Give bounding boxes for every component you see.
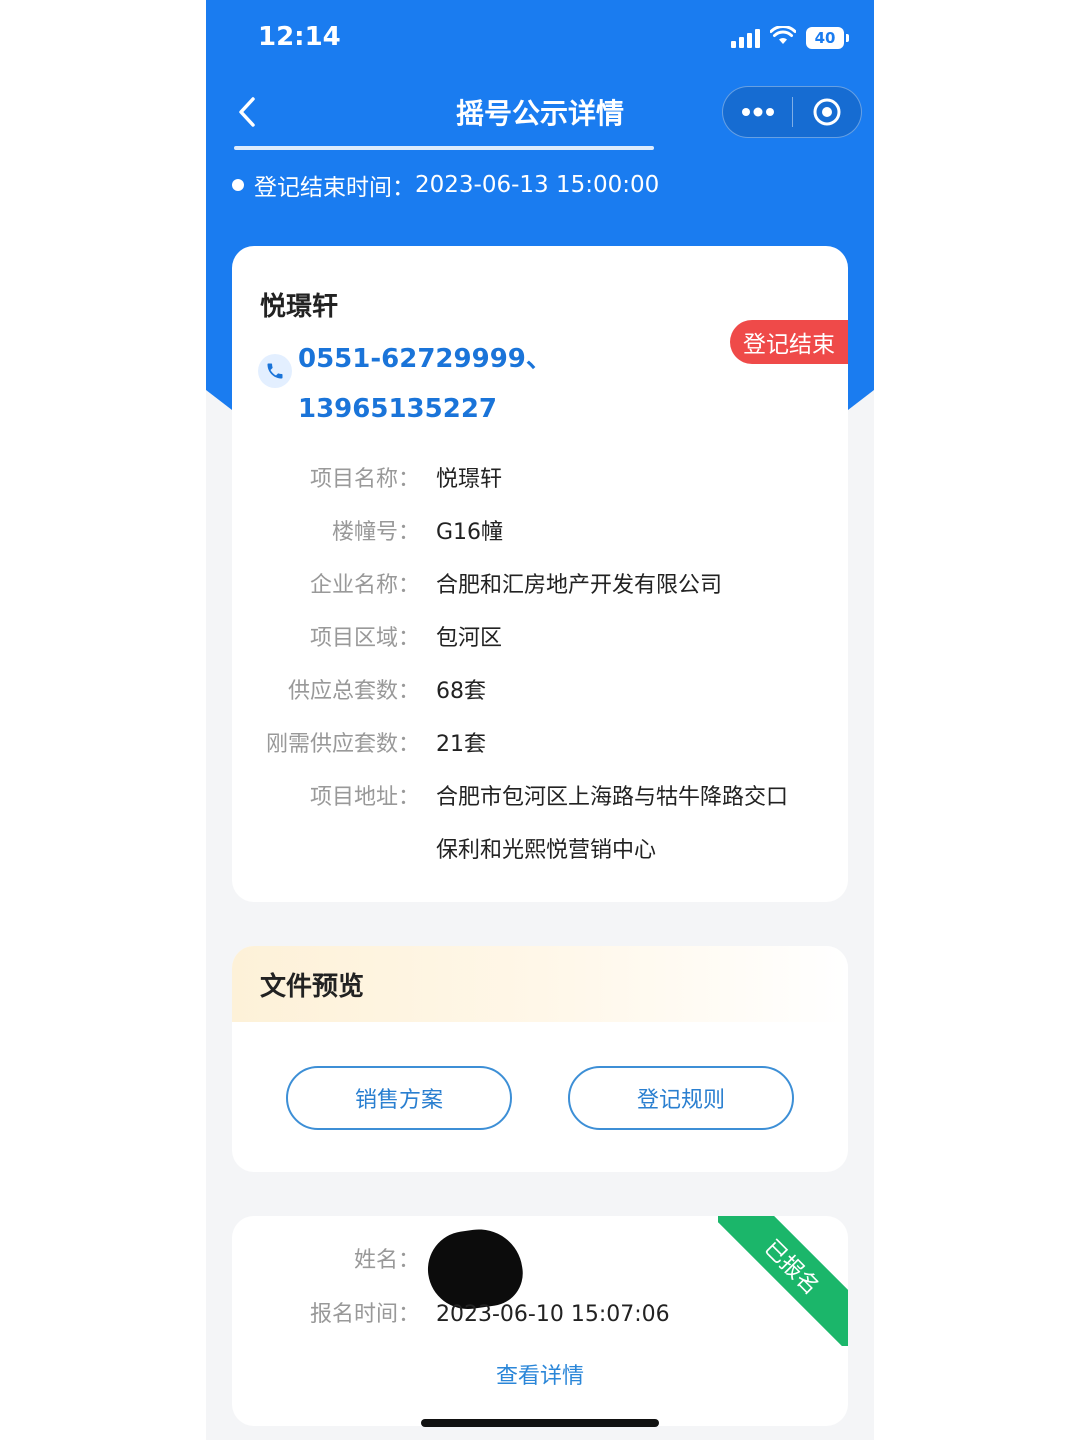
home-indicator — [421, 1419, 659, 1427]
contact-phones[interactable]: 0551-62729999、 13965135227 — [298, 334, 552, 434]
registration-end-label: 登记结束时间： — [254, 175, 415, 201]
info-label: 刚需供应套数： — [265, 732, 420, 757]
status-time: 12:14 — [258, 22, 341, 52]
bullet-dot-icon — [232, 179, 244, 191]
project-title: 悦璟轩 — [260, 292, 339, 322]
info-label: 企业名称： — [309, 573, 420, 598]
signal-icon — [731, 28, 760, 48]
phone-icon — [258, 354, 292, 388]
info-value: G16幢 — [436, 520, 504, 545]
registration-rules-button[interactable]: 登记规则 — [568, 1066, 794, 1130]
registration-start-row-clipped — [234, 132, 664, 150]
info-label: 项目名称： — [309, 467, 420, 492]
info-value: 包河区 — [436, 626, 503, 651]
project-info-card: 悦璟轩 登记结束 0551-62729999、 13965135227 项目名称… — [232, 246, 848, 902]
info-label: 项目地址： — [309, 785, 420, 810]
more-dots-icon — [741, 107, 774, 117]
wifi-icon — [769, 25, 797, 50]
registration-end-row: 登记结束时间： 2023-06-13 15:00:00 — [232, 168, 659, 202]
close-miniprogram-button[interactable] — [793, 87, 861, 137]
view-details-link[interactable]: 查看详情 — [232, 1358, 848, 1390]
miniprogram-capsule — [722, 86, 862, 138]
info-value: 21套 — [436, 732, 486, 757]
phone-number-2[interactable]: 13965135227 — [298, 384, 552, 434]
file-preview-title: 文件预览 — [232, 946, 848, 1022]
status-icons: 40 — [731, 25, 849, 50]
registration-end-value: 2023-06-13 15:00:00 — [415, 172, 660, 198]
ribbon-label: 已报名 — [718, 1216, 848, 1346]
signup-record-card: 已报名 姓名： 报名时间： 2023-06-10 15:07:06 查看详情 — [232, 1216, 848, 1426]
info-value: 合肥市包河区上海路与牯牛降路交口 — [436, 785, 789, 810]
info-value: 悦璟轩 — [436, 467, 503, 492]
info-value: 保利和光熙悦营销中心 — [436, 838, 657, 863]
phone-number-1[interactable]: 0551-62729999、 — [298, 334, 552, 384]
info-label: 楼幢号： — [331, 520, 420, 545]
file-preview-card: 文件预览 销售方案 登记规则 — [232, 946, 848, 1172]
info-value: 68套 — [436, 679, 486, 704]
target-circle-icon — [813, 98, 841, 126]
signup-name-label: 姓名： — [353, 1248, 420, 1273]
more-button[interactable] — [723, 87, 792, 137]
signup-time-value: 2023-06-10 15:07:06 — [436, 1302, 670, 1327]
battery-icon: 40 — [806, 27, 849, 49]
info-value: 合肥和汇房地产开发有限公司 — [436, 573, 723, 598]
signup-time-label: 报名时间： — [309, 1302, 420, 1327]
info-label: 供应总套数： — [287, 679, 420, 704]
sales-plan-button[interactable]: 销售方案 — [286, 1066, 512, 1130]
phone-screen: 12:14 40 摇号公示详情 登记结束时间： 2023-06-13 15:00… — [206, 0, 874, 1440]
back-button[interactable] — [230, 92, 264, 132]
status-badge: 登记结束 — [730, 320, 848, 364]
signed-up-ribbon: 已报名 — [718, 1216, 848, 1346]
info-label: 项目区域： — [309, 626, 420, 651]
chevron-left-icon — [239, 97, 255, 127]
